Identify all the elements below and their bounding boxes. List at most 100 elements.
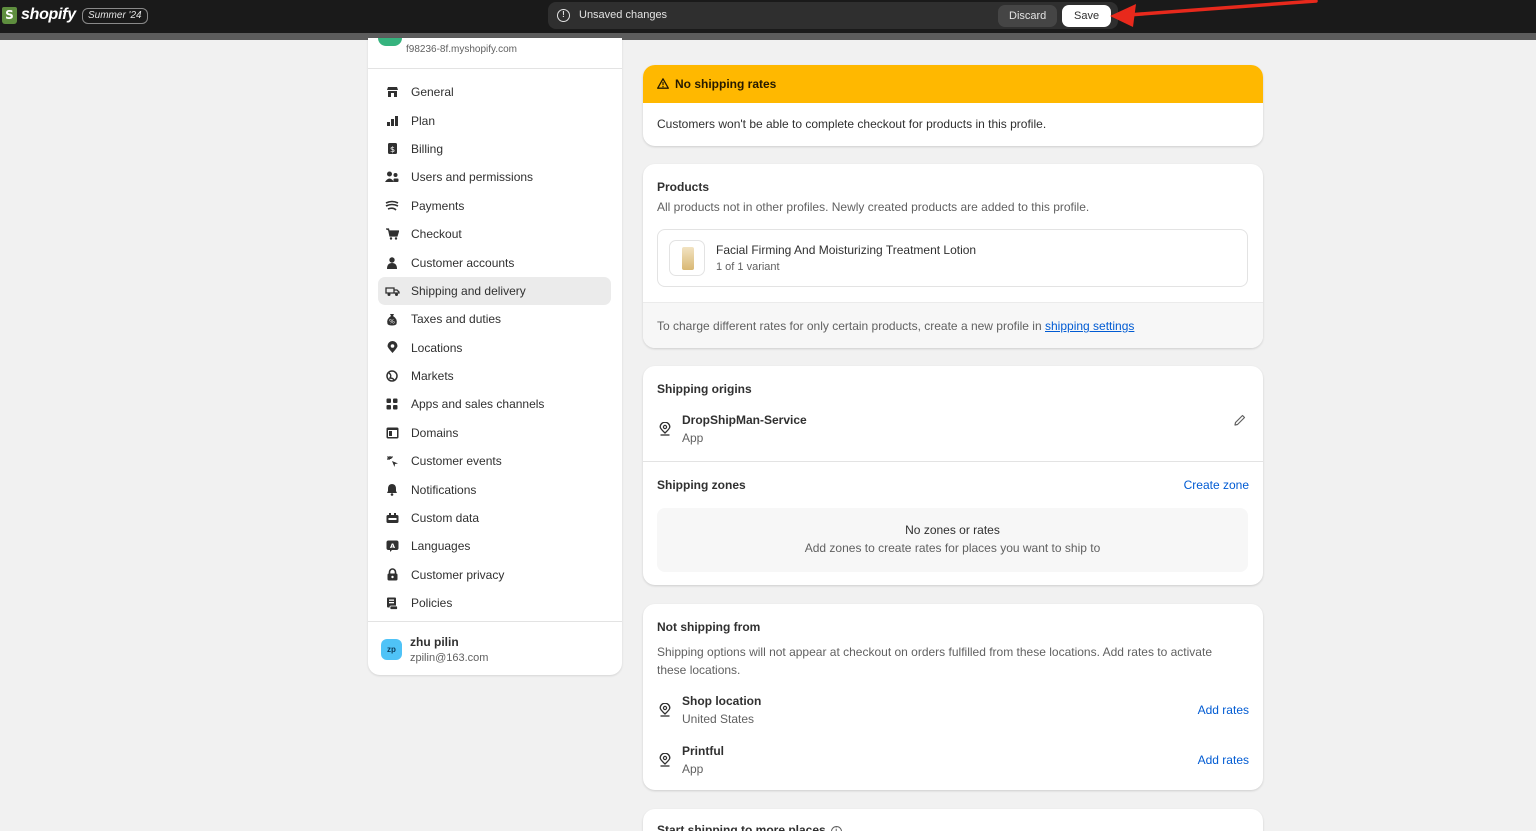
users-icon bbox=[384, 169, 400, 185]
sidebar-item-label: Plan bbox=[411, 113, 436, 128]
sidebar-item-users[interactable]: Users and permissions bbox=[378, 163, 611, 191]
tax-icon: % bbox=[384, 311, 400, 327]
location-name: Printful bbox=[682, 744, 724, 758]
sidebar-item-label: Notifications bbox=[411, 482, 477, 497]
settings-sidebar: f98236-8f.myshopify.com General Plan $ B… bbox=[368, 38, 622, 675]
save-button[interactable]: Save bbox=[1062, 5, 1112, 27]
products-title: Products bbox=[657, 180, 710, 194]
sidebar-item-label: Checkout bbox=[411, 227, 462, 242]
not-shipping-description-line2: these locations. bbox=[657, 663, 741, 677]
plan-icon bbox=[384, 113, 400, 129]
warning-icon bbox=[657, 78, 669, 90]
banner-title: No shipping rates bbox=[675, 77, 777, 91]
settings-nav: General Plan $ Billing Users and permiss… bbox=[378, 78, 611, 617]
location-pin-icon bbox=[659, 422, 671, 436]
origin-type: App bbox=[682, 431, 704, 445]
empty-zones-subtitle: Add zones to create rates for places you… bbox=[804, 541, 1101, 555]
apps-icon bbox=[384, 396, 400, 412]
sidebar-item-label: Languages bbox=[411, 539, 471, 554]
sidebar-item-plan[interactable]: Plan bbox=[378, 106, 611, 134]
shipping-zones-title: Shipping zones bbox=[657, 478, 746, 492]
avatar: zp bbox=[381, 639, 402, 660]
edition-badge[interactable]: Summer '24 bbox=[82, 8, 148, 24]
domain-icon bbox=[384, 425, 400, 441]
start-shipping-card: Start shipping to more places i bbox=[643, 809, 1263, 831]
lock-icon bbox=[384, 567, 400, 583]
product-name: Facial Firming And Moisturizing Treatmen… bbox=[716, 243, 977, 257]
sidebar-item-customer-events[interactable]: Customer events bbox=[378, 447, 611, 475]
not-shipping-description-line1: Shipping options will not appear at chec… bbox=[657, 645, 1212, 659]
sidebar-item-label: Shipping and delivery bbox=[411, 283, 526, 298]
svg-text:%: % bbox=[389, 318, 395, 325]
sidebar-item-customer-privacy[interactable]: Customer privacy bbox=[378, 561, 611, 589]
sidebar-item-general[interactable]: General bbox=[378, 78, 611, 106]
annotation-arrow-icon bbox=[1110, 0, 1318, 27]
shipping-origins-title: Shipping origins bbox=[657, 382, 752, 396]
language-icon: A bbox=[384, 538, 400, 554]
sidebar-item-label: Customer accounts bbox=[411, 255, 515, 270]
cart-icon bbox=[384, 226, 400, 242]
sidebar-item-label: Customer events bbox=[411, 454, 502, 469]
shopify-logo[interactable]: S shopify bbox=[2, 6, 76, 24]
sidebar-item-policies[interactable]: Policies bbox=[378, 589, 611, 617]
sidebar-item-languages[interactable]: A Languages bbox=[378, 532, 611, 560]
store-avatar bbox=[378, 38, 402, 46]
globe-icon bbox=[384, 368, 400, 384]
location-pin-icon bbox=[659, 753, 671, 767]
payments-icon bbox=[384, 198, 400, 214]
start-shipping-title-row: Start shipping to more places i bbox=[657, 823, 842, 831]
sidebar-item-billing[interactable]: $ Billing bbox=[378, 135, 611, 163]
start-shipping-title: Start shipping to more places bbox=[657, 823, 826, 831]
policy-icon bbox=[384, 595, 400, 611]
location-sub: United States bbox=[682, 712, 755, 726]
shipping-settings-link[interactable]: shipping settings bbox=[1045, 319, 1134, 333]
create-zone-link[interactable]: Create zone bbox=[1184, 478, 1249, 492]
sidebar-item-label: Locations bbox=[411, 340, 463, 355]
products-card: Products All products not in other profi… bbox=[643, 164, 1263, 348]
alert-circle-icon: ! bbox=[557, 9, 570, 22]
location-icon bbox=[384, 340, 400, 356]
shopify-bag-icon: S bbox=[2, 6, 17, 24]
shipping-origins-card: Shipping origins DropShipMan-Service App… bbox=[643, 366, 1263, 585]
edit-pencil-icon[interactable] bbox=[1233, 413, 1247, 427]
sidebar-item-checkout[interactable]: Checkout bbox=[378, 220, 611, 248]
not-shipping-from-card: Not shipping from Shipping options will … bbox=[643, 604, 1263, 790]
location-name: Shop location bbox=[682, 694, 762, 708]
sidebar-item-notifications[interactable]: Notifications bbox=[378, 475, 611, 503]
no-shipping-rates-banner: No shipping rates Customers won't be abl… bbox=[643, 65, 1263, 146]
sidebar-item-taxes[interactable]: % Taxes and duties bbox=[378, 305, 611, 333]
svg-text:$: $ bbox=[389, 145, 394, 154]
sidebar-item-custom-data[interactable]: Custom data bbox=[378, 504, 611, 532]
sidebar-item-label: Users and permissions bbox=[411, 170, 534, 185]
sidebar-item-label: Markets bbox=[411, 369, 454, 384]
add-rates-link[interactable]: Add rates bbox=[1198, 753, 1249, 767]
store-url: f98236-8f.myshopify.com bbox=[406, 44, 517, 55]
sidebar-item-shipping[interactable]: Shipping and delivery bbox=[378, 276, 611, 306]
location-pin-icon bbox=[659, 703, 671, 717]
brand-wordmark: shopify bbox=[21, 6, 76, 23]
sidebar-item-label: Custom data bbox=[411, 511, 480, 526]
unsaved-changes-bar: ! Unsaved changes Discard Save bbox=[548, 2, 1118, 29]
sidebar-item-markets[interactable]: Markets bbox=[378, 362, 611, 390]
sidebar-item-domains[interactable]: Domains bbox=[378, 419, 611, 447]
banner-body: Customers won't be able to complete chec… bbox=[657, 117, 1047, 131]
sidebar-item-label: Billing bbox=[411, 141, 444, 156]
sidebar-item-label: Policies bbox=[411, 596, 453, 611]
info-icon[interactable]: i bbox=[830, 826, 842, 831]
sidebar-item-customer-accounts[interactable]: Customer accounts bbox=[378, 248, 611, 276]
discard-button[interactable]: Discard bbox=[998, 5, 1058, 27]
billing-icon: $ bbox=[384, 141, 400, 157]
sidebar-item-label: Domains bbox=[411, 425, 459, 440]
products-footer: To charge different rates for only certa… bbox=[643, 302, 1263, 348]
add-rates-link[interactable]: Add rates bbox=[1198, 703, 1249, 717]
product-variant: 1 of 1 variant bbox=[716, 261, 780, 273]
sidebar-item-locations[interactable]: Locations bbox=[378, 334, 611, 362]
sidebar-item-payments[interactable]: Payments bbox=[378, 192, 611, 220]
sidebar-item-label: Payments bbox=[411, 198, 465, 213]
product-row[interactable]: Facial Firming And Moisturizing Treatmen… bbox=[657, 229, 1248, 287]
user-profile-row[interactable]: zp zhu pilin zpilin@163.com bbox=[368, 621, 622, 675]
sidebar-item-apps[interactable]: Apps and sales channels bbox=[378, 390, 611, 418]
store-header[interactable]: f98236-8f.myshopify.com bbox=[368, 38, 622, 69]
sidebar-item-label: Taxes and duties bbox=[411, 312, 502, 327]
person-icon bbox=[384, 255, 400, 271]
